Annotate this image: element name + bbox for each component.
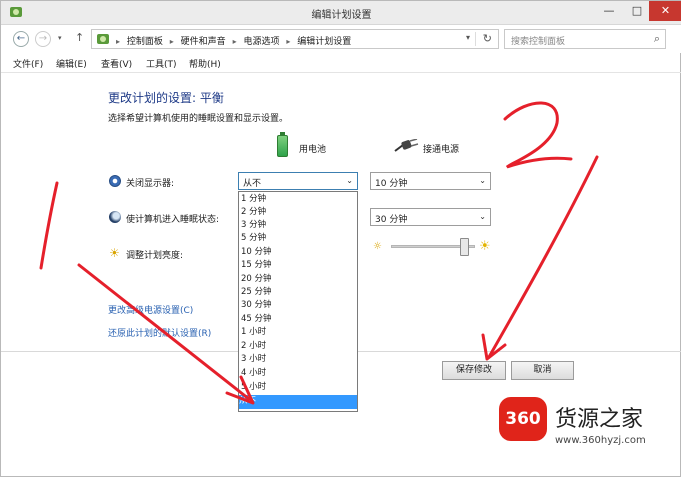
- brightness-sun-icon: ☀: [109, 246, 120, 260]
- dropdown-option[interactable]: 25 分钟: [241, 286, 272, 299]
- dropdown-option-selected[interactable]: 从不: [239, 395, 357, 409]
- menu-bar: 文件(F) 编辑(E) 查看(V) 工具(T) 帮助(H): [1, 53, 681, 73]
- dropdown-option[interactable]: 3 分钟: [241, 219, 266, 232]
- annotation-number-1: [39, 181, 59, 270]
- annotation-number-2: [503, 101, 573, 169]
- sleep-label: 使计算机进入睡眠状态:: [126, 215, 220, 225]
- breadcrumb-hardware-sound[interactable]: 硬件和声音: [181, 37, 226, 47]
- dropdown-option[interactable]: 30 分钟: [241, 299, 272, 312]
- chevron-down-icon: ⌄: [479, 212, 486, 221]
- breadcrumb: ▸ 控制面板 ▸ 硬件和声音 ▸ 电源选项 ▸ 编辑计划设置: [116, 34, 355, 47]
- forward-button[interactable]: →: [35, 31, 51, 47]
- watermark-url: www.360hyzj.com: [555, 435, 646, 446]
- address-bar[interactable]: ▸ 控制面板 ▸ 硬件和声音 ▸ 电源选项 ▸ 编辑计划设置 ▾ ↻: [91, 29, 499, 49]
- watermark-logo: 360: [499, 397, 547, 441]
- search-placeholder: 搜索控制面板: [511, 37, 566, 47]
- dropdown-option[interactable]: 2 小时: [241, 340, 266, 353]
- dropdown-option[interactable]: 5 小时: [241, 381, 266, 394]
- display-off-label: 关闭显示器:: [126, 179, 175, 189]
- plug-icon: [394, 139, 419, 152]
- search-icon[interactable]: ⌕: [654, 32, 660, 46]
- display-off-plugged-select[interactable]: 10 分钟 ⌄: [370, 172, 491, 190]
- breadcrumb-separator: ▸: [169, 37, 174, 46]
- display-off-battery-select[interactable]: 从不 ⌄: [238, 172, 358, 190]
- control-panel-icon: [97, 34, 109, 44]
- up-button[interactable]: ↑: [75, 31, 84, 44]
- dropdown-option[interactable]: 5 分钟: [241, 232, 266, 245]
- watermark: 360 货源之家 www.360hyzj.com: [499, 397, 679, 453]
- bright-brightness-icon: ☀: [479, 239, 491, 254]
- edit-plan-settings-window: 编辑计划设置 — □ ✕ ← → ▾ ↑ ▸ 控制面板 ▸ 硬件和声音 ▸ 电源…: [0, 0, 681, 477]
- dropdown-option[interactable]: 3 小时: [241, 353, 266, 366]
- window-title: 编辑计划设置: [311, 10, 372, 21]
- dropdown-option[interactable]: 20 分钟: [241, 273, 272, 286]
- address-divider: [475, 32, 476, 46]
- annotation-arrowhead-2: [481, 333, 507, 361]
- breadcrumb-separator: ▸: [116, 37, 121, 46]
- menu-file[interactable]: 文件(F): [13, 57, 43, 70]
- breadcrumb-power-options[interactable]: 电源选项: [243, 37, 279, 47]
- dropdown-option[interactable]: 2 分钟: [241, 206, 266, 219]
- page-subtitle: 选择希望计算机使用的睡眠设置和显示设置。: [108, 114, 289, 124]
- chevron-down-icon: ⌄: [479, 176, 486, 185]
- brightness-slider-thumb[interactable]: [460, 238, 469, 256]
- menu-help[interactable]: 帮助(H): [189, 57, 221, 70]
- search-input[interactable]: 搜索控制面板 ⌕: [504, 29, 666, 49]
- chevron-down-icon: ⌄: [346, 176, 353, 185]
- dropdown-option[interactable]: 4 小时: [241, 367, 266, 380]
- minimize-button[interactable]: —: [595, 1, 623, 21]
- navigation-bar: ← → ▾ ↑ ▸ 控制面板 ▸ 硬件和声音 ▸ 电源选项 ▸ 编辑计划设置 ▾…: [1, 25, 681, 53]
- breadcrumb-separator: ▸: [286, 37, 291, 46]
- battery-column-label: 用电池: [299, 145, 327, 155]
- plugged-column-label: 接通电源: [423, 145, 460, 155]
- page-title: 更改计划的设置: 平衡: [108, 91, 224, 105]
- cancel-button[interactable]: 取消: [511, 361, 574, 380]
- title-bar: 编辑计划设置 — □ ✕: [1, 1, 681, 25]
- back-button[interactable]: ←: [13, 31, 29, 47]
- dropdown-option[interactable]: 45 分钟: [241, 313, 272, 326]
- dim-brightness-icon: ☼: [373, 241, 382, 252]
- menu-tools[interactable]: 工具(T): [146, 57, 177, 70]
- display-off-plugged-value: 10 分钟: [375, 179, 408, 189]
- brightness-label: 调整计划亮度:: [126, 251, 184, 261]
- display-icon: [109, 175, 121, 187]
- display-off-dropdown-list[interactable]: 1 分钟 2 分钟 3 分钟 5 分钟 10 分钟 15 分钟 20 分钟 25…: [238, 191, 358, 412]
- display-off-battery-value: 从不: [243, 179, 262, 189]
- address-dropdown-icon[interactable]: ▾: [466, 33, 470, 42]
- dropdown-option[interactable]: 1 小时: [241, 326, 266, 339]
- recent-locations-dropdown[interactable]: ▾: [58, 34, 62, 42]
- dropdown-option[interactable]: 15 分钟: [241, 259, 272, 272]
- breadcrumb-edit-plan[interactable]: 编辑计划设置: [297, 37, 351, 47]
- menu-edit[interactable]: 编辑(E): [56, 57, 87, 70]
- breadcrumb-separator: ▸: [232, 37, 237, 46]
- breadcrumb-control-panel[interactable]: 控制面板: [127, 37, 163, 47]
- close-button[interactable]: ✕: [649, 1, 681, 21]
- sleep-icon: [109, 211, 121, 223]
- annotation-arrow-2: [487, 155, 599, 359]
- dropdown-option[interactable]: 1 分钟: [241, 193, 266, 206]
- maximize-button[interactable]: □: [623, 1, 651, 21]
- menu-view[interactable]: 查看(V): [101, 57, 132, 70]
- dropdown-option[interactable]: 10 分钟: [241, 246, 272, 259]
- save-changes-button[interactable]: 保存修改: [442, 361, 506, 380]
- advanced-power-settings-link[interactable]: 更改高级电源设置(C): [108, 303, 193, 316]
- restore-defaults-link[interactable]: 还原此计划的默认设置(R): [108, 326, 211, 339]
- refresh-icon[interactable]: ↻: [483, 32, 492, 45]
- watermark-brand: 货源之家: [555, 407, 644, 432]
- sleep-plugged-value: 30 分钟: [375, 215, 408, 225]
- battery-icon: [277, 132, 288, 157]
- sleep-plugged-select[interactable]: 30 分钟 ⌄: [370, 208, 491, 226]
